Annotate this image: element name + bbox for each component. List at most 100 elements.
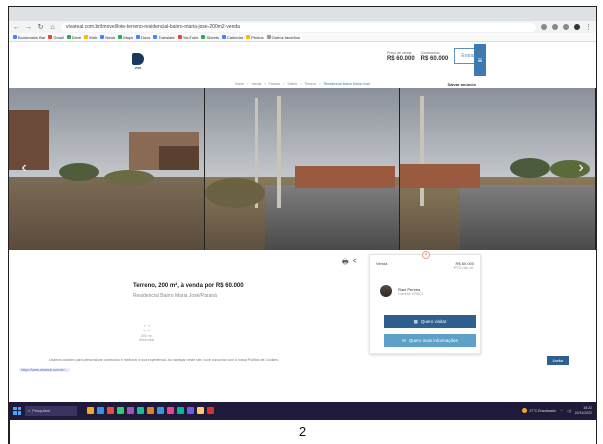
weather-widget[interactable]: 27°C Ensolarado: [522, 408, 556, 413]
card-price-sub: IPTU não inf.: [453, 266, 474, 270]
taskbar-app-icon[interactable]: [97, 407, 104, 414]
taskbar-app-icon[interactable]: [147, 407, 154, 414]
header-menu-button[interactable]: ≡: [474, 44, 486, 76]
bookmark-label: Sheets: [206, 34, 219, 40]
bookmark-item[interactable]: YouTube: [177, 35, 198, 40]
extension-icon[interactable]: [541, 24, 547, 30]
print-icon[interactable]: 🖶: [342, 258, 349, 269]
button-label: Quero visitar: [420, 319, 447, 324]
taskbar-app-icon[interactable]: [117, 407, 124, 414]
gallery-next-button[interactable]: ›: [574, 158, 588, 178]
status-url: https://www.vivareal.com.br/...: [19, 368, 70, 372]
schedule-visit-button[interactable]: ▦ Quero visitar: [384, 315, 476, 328]
accept-cookies-button[interactable]: Aceitar: [547, 356, 569, 365]
bookmarks-bar: Bookmarks Bar Gmail Drive Web News Maps Docs Tr…: [9, 33, 596, 42]
menu-kebab-icon[interactable]: ⋮: [585, 24, 592, 31]
bookmark-item[interactable]: Drive: [66, 34, 82, 40]
feature-area: ⛶ 200 m² Área total: [139, 324, 154, 342]
windows-start-icon[interactable]: [13, 406, 21, 415]
bookmark-label: Web: [89, 34, 98, 40]
bookmark-icon: [48, 35, 53, 39]
button-label: Quero mais informações: [408, 338, 458, 343]
taskbar-app-icon[interactable]: [157, 407, 164, 414]
bookmark-item[interactable]: Maps: [118, 35, 133, 40]
bookmark-label: Gmail: [53, 34, 64, 40]
bookmark-item[interactable]: Gmail: [48, 34, 64, 40]
bookmark-label: Drive: [71, 34, 82, 40]
gallery-photo[interactable]: [9, 88, 205, 250]
property-actions: 🖶 <: [342, 258, 357, 269]
close-icon[interactable]: ×: [422, 251, 430, 259]
breadcrumb-separator: ›: [264, 82, 266, 86]
photo-gallery[interactable]: ‹ ›: [9, 88, 596, 250]
taskbar-apps: [87, 407, 214, 414]
reload-icon[interactable]: ↻: [37, 24, 44, 31]
bookmark-label: Bookmarks Bar: [18, 34, 46, 40]
bookmark-item[interactable]: Docs: [136, 35, 150, 40]
extension-icon[interactable]: [552, 24, 558, 30]
bookmark-item[interactable]: Sheets: [201, 34, 219, 40]
breadcrumb-separator: ›: [282, 82, 285, 86]
logo-text: VIVA: [134, 65, 142, 70]
bookmark-item[interactable]: Web: [84, 35, 97, 40]
system-tray: 27°C Ensolarado ◠ ◁) 15:22 22/11/2022: [522, 406, 592, 415]
logo-mark-icon: [132, 52, 144, 65]
taskbar: ⌕ Pesquisar 27°C Ensolarado ◠ ◁) 15:22 2…: [9, 402, 596, 419]
bookmark-label: News: [105, 34, 116, 40]
forward-icon[interactable]: →: [25, 24, 32, 31]
bookmark-icon: [136, 35, 141, 39]
breadcrumb-item[interactable]: Toledo: [287, 82, 297, 86]
bookmark-item[interactable]: News: [100, 35, 115, 40]
property-section: 🖶 < Terreno, 200 m², à venda por R$ 60.0…: [9, 250, 596, 372]
search-icon: ⌕: [28, 408, 31, 413]
bookmark-item[interactable]: Calendar: [221, 34, 244, 40]
agent-info: Raul Pereira Corretor CRECI: [380, 285, 423, 297]
bookmark-icon: [66, 35, 71, 39]
agent-sub: Corretor CRECI: [398, 291, 423, 296]
bookmark-icon: [153, 35, 158, 39]
gallery-photo[interactable]: [204, 88, 401, 250]
taskbar-app-icon[interactable]: [127, 407, 134, 414]
price-box-condo: Condomínio R$ 60.000: [421, 51, 449, 62]
share-icon[interactable]: <: [353, 258, 357, 269]
gallery-prev-button[interactable]: ‹: [17, 158, 31, 178]
breadcrumb-item[interactable]: Home: [235, 82, 244, 86]
extension-icon[interactable]: [563, 24, 569, 30]
profile-icon[interactable]: [574, 24, 580, 30]
page-footer: 2: [8, 420, 597, 444]
more-info-button[interactable]: ✉ Quero mais informações: [384, 334, 476, 347]
site-logo[interactable]: VIVA: [129, 49, 147, 73]
taskbar-app-icon[interactable]: [167, 407, 174, 414]
taskbar-app-icon[interactable]: [187, 407, 194, 414]
bookmark-item[interactable]: Outros favoritos: [266, 35, 300, 40]
home-icon[interactable]: ⌂: [49, 24, 56, 31]
gallery-photo[interactable]: [400, 88, 596, 250]
taskbar-app-icon[interactable]: [207, 407, 214, 414]
wifi-icon[interactable]: ◠: [560, 409, 563, 413]
taskbar-app-icon[interactable]: [197, 407, 204, 414]
taskbar-app-icon[interactable]: [137, 407, 144, 414]
bookmark-label: Docs: [141, 34, 151, 40]
taskbar-app-icon[interactable]: [107, 407, 114, 414]
taskbar-search[interactable]: ⌕ Pesquisar: [25, 405, 77, 416]
breadcrumb-item[interactable]: Venda: [251, 82, 261, 86]
clock[interactable]: 15:22 22/11/2022: [575, 406, 592, 415]
save-listing-link[interactable]: Salvar anúncio: [448, 82, 476, 87]
bookmark-item[interactable]: Bookmarks Bar: [13, 35, 45, 40]
breadcrumb-item[interactable]: Terreno: [305, 82, 317, 86]
back-icon[interactable]: ←: [13, 24, 20, 31]
address-bar-row: ← → ↻ ⌂ vivareal.com.br/imovel/lote-terr…: [9, 21, 596, 33]
header-price-area: Preço de venda R$ 60.000 Condomínio R$ 6…: [387, 48, 482, 64]
bookmark-label: Calendar: [226, 34, 244, 40]
taskbar-app-icon[interactable]: [177, 407, 184, 414]
price-label: Preço de venda: [386, 50, 412, 55]
breadcrumb-item[interactable]: Residencial Bairro Maria José: [324, 82, 371, 86]
bookmark-item[interactable]: Translate: [153, 35, 175, 40]
date: 22/11/2022: [574, 410, 592, 415]
page-number: 2: [298, 424, 307, 439]
taskbar-app-icon[interactable]: [87, 407, 94, 414]
url-field[interactable]: vivareal.com.br/imovel/lote-terreno-resi…: [61, 22, 536, 32]
breadcrumb-item[interactable]: Paraná: [269, 82, 280, 86]
volume-icon[interactable]: ◁): [567, 409, 571, 413]
bookmark-item[interactable]: Photos: [246, 35, 264, 40]
